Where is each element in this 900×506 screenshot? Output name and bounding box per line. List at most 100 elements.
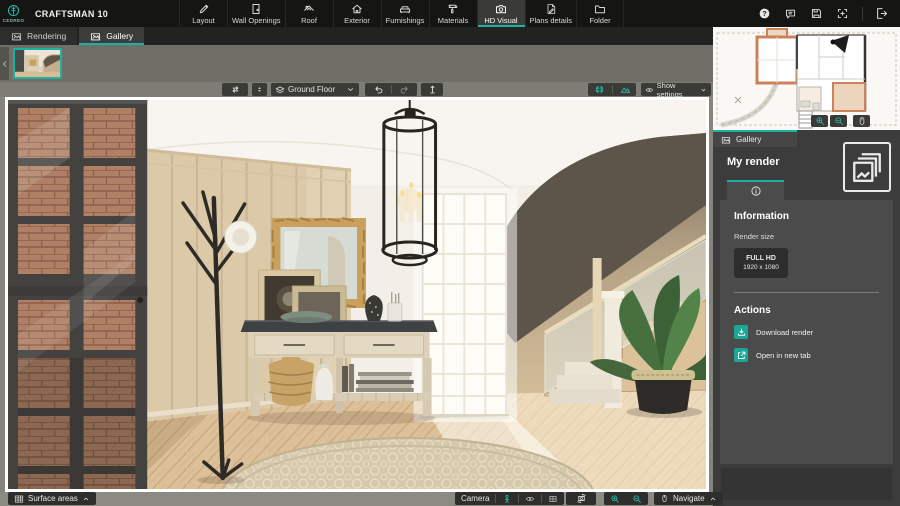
- menu-item-materials[interactable]: Materials: [428, 0, 477, 27]
- render-viewport[interactable]: [5, 97, 709, 492]
- feedback-button[interactable]: [784, 7, 797, 20]
- mouse-icon: [660, 494, 669, 503]
- roof-icon: [303, 3, 315, 15]
- cedreo-logo-text: CEDREO: [2, 18, 25, 23]
- entry-glass-door: [8, 100, 148, 489]
- information-heading: Information: [734, 211, 789, 222]
- open-new-tab-icon: [734, 348, 748, 362]
- thumb-scroll-left-button[interactable]: [0, 47, 9, 80]
- zoom-in-icon: [610, 494, 620, 504]
- undo-icon: [373, 84, 384, 95]
- render-info-card: Information Render size FULL HD 1920 x 1…: [720, 200, 893, 464]
- up-down-icon: [256, 84, 263, 95]
- render-thumbnail-selected[interactable]: [13, 48, 62, 79]
- plan-zoom-out-button[interactable]: [830, 115, 847, 127]
- elevation-tool-button[interactable]: [421, 83, 443, 96]
- panel-tab-information[interactable]: [727, 180, 784, 200]
- open-in-new-tab-button[interactable]: Open in new tab: [734, 348, 879, 362]
- table-icon: [14, 494, 24, 504]
- paint-roller-icon: [447, 3, 459, 15]
- navigate-button[interactable]: Navigate: [654, 492, 723, 505]
- cedreo-logo[interactable]: CEDREO: [0, 0, 27, 27]
- menu-item-plans-details[interactable]: Plans details: [524, 0, 577, 27]
- comment-icon: [784, 7, 797, 20]
- tab-rendering[interactable]: Rendering: [0, 27, 78, 45]
- image-icon: [11, 31, 22, 42]
- camera-mode-group: Camera: [455, 492, 565, 505]
- render-title: My render: [727, 156, 780, 168]
- zoom-out-icon: [632, 494, 642, 504]
- gallery-side-panel: Gallery My render Information Render siz…: [713, 130, 900, 506]
- viewer-toolbar: Ground Floor Show settings: [0, 81, 713, 99]
- center-icon: [836, 7, 849, 20]
- facade-mode-button[interactable]: [548, 494, 558, 504]
- topbar-right-icons: ?: [758, 0, 900, 27]
- walk-mode-button[interactable]: [502, 494, 512, 504]
- bottom-bar: Surface areas Camera Navigate: [0, 492, 723, 506]
- zoom-in-button[interactable]: [610, 494, 620, 504]
- floor-selector-dropdown[interactable]: Ground Floor: [271, 83, 359, 96]
- gallery-thumbnail-strip: [0, 45, 713, 82]
- main-menu: Layout Wall Openings Roof Exterior Furni…: [179, 0, 625, 27]
- render-image: [8, 100, 706, 489]
- sofa-icon: [399, 3, 411, 15]
- menu-item-roof[interactable]: Roof: [284, 0, 333, 27]
- menu-item-layout[interactable]: Layout: [179, 0, 227, 27]
- top-bar: CEDREO CRAFTSMAN 10 Layout Wall Openings…: [0, 0, 900, 27]
- elevation-icon: [427, 84, 438, 95]
- menu-item-furnishings[interactable]: Furnishings: [380, 0, 429, 27]
- chevron-down-icon: [700, 86, 707, 94]
- environment-group: [588, 83, 636, 96]
- house-icon: [351, 3, 363, 15]
- show-settings-dropdown[interactable]: Show settings: [641, 81, 711, 99]
- floor-plan-drawing: [713, 27, 900, 130]
- redo-icon: [399, 84, 410, 95]
- panel-tab-gallery[interactable]: Gallery: [713, 130, 797, 147]
- floor-stepper[interactable]: [252, 83, 267, 96]
- cedreo-logo-icon: [7, 4, 20, 17]
- actions-heading: Actions: [734, 305, 771, 316]
- menu-item-exterior[interactable]: Exterior: [332, 0, 381, 27]
- undo-redo-group: [365, 83, 417, 96]
- swap-view-button[interactable]: [222, 83, 248, 96]
- terrain-icon: [620, 84, 631, 95]
- project-title: CRAFTSMAN 10: [35, 8, 109, 19]
- camera-icon: [495, 3, 507, 15]
- folder-icon: [594, 3, 606, 15]
- mini-floor-plan[interactable]: [713, 27, 900, 130]
- save-button[interactable]: [810, 7, 823, 20]
- help-icon: ?: [759, 8, 770, 19]
- surface-areas-button[interactable]: Surface areas: [8, 492, 96, 505]
- stacked-images-icon: [850, 150, 884, 184]
- floor-icon: [275, 85, 285, 95]
- zoom-in-icon: [815, 116, 825, 126]
- plan-zoom-in-button[interactable]: [811, 115, 828, 127]
- door-icon: [250, 3, 262, 15]
- exit-button[interactable]: [876, 7, 889, 20]
- divider: [734, 292, 879, 293]
- orbit-camera-button[interactable]: [566, 492, 596, 505]
- chevron-down-icon: [346, 85, 355, 94]
- zoom-out-button[interactable]: [632, 494, 642, 504]
- menu-item-hd-visual[interactable]: HD Visual: [476, 0, 525, 27]
- help-button[interactable]: ?: [758, 7, 771, 20]
- undo-button[interactable]: [369, 83, 388, 96]
- center-view-button[interactable]: [836, 7, 849, 20]
- panel-footer-section: [721, 468, 892, 500]
- plan-pan-button[interactable]: [853, 115, 870, 127]
- overview-mode-button[interactable]: [525, 494, 535, 504]
- chevron-left-icon: [1, 60, 9, 68]
- tab-gallery[interactable]: Gallery: [79, 27, 145, 45]
- menu-item-folder[interactable]: Folder: [576, 0, 625, 27]
- save-icon: [810, 7, 823, 20]
- globe-button[interactable]: [590, 83, 609, 96]
- eye-icon: [645, 85, 654, 95]
- redo-button[interactable]: [395, 83, 414, 96]
- download-render-button[interactable]: Download render: [734, 325, 879, 339]
- gallery-icon: [721, 135, 731, 145]
- terrain-button[interactable]: [616, 83, 635, 96]
- render-thumbnail-image: [15, 50, 60, 77]
- menu-item-wall-openings[interactable]: Wall Openings: [227, 0, 285, 27]
- render-size-value: FULL HD 1920 x 1080: [734, 248, 788, 278]
- chevron-up-icon: [82, 495, 90, 503]
